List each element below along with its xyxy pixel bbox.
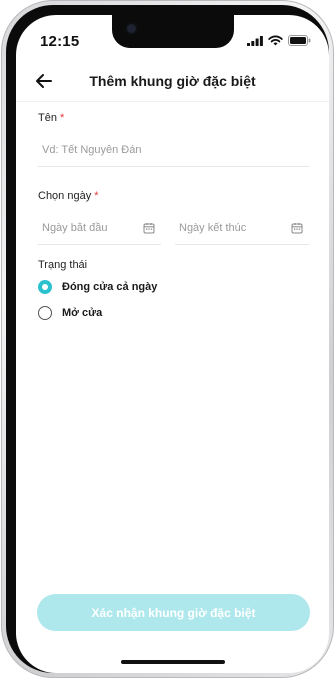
- app-header: Thêm khung giờ đặc biệt: [16, 63, 329, 102]
- name-input[interactable]: [38, 136, 309, 164]
- cellular-signal-icon: [247, 35, 263, 46]
- device-notch: [112, 15, 234, 48]
- battery-icon: [288, 35, 311, 46]
- required-mark: *: [94, 190, 99, 202]
- radio-label: Mở cửa: [62, 307, 103, 319]
- page-title: Thêm khung giờ đặc biệt: [89, 73, 256, 89]
- radio-closed-all-day[interactable]: Đóng cửa cả ngày: [38, 280, 157, 294]
- radio-label: Đóng cửa cả ngày: [62, 281, 158, 293]
- radio-unselected-icon[interactable]: [38, 306, 52, 320]
- radio-selected-icon[interactable]: [38, 280, 52, 294]
- wifi-icon: [268, 35, 283, 46]
- required-mark: *: [59, 112, 65, 124]
- calendar-icon[interactable]: [143, 222, 155, 234]
- name-field: [38, 136, 309, 167]
- date-label-text: Chọn ngày: [38, 190, 92, 202]
- start-date-field[interactable]: [38, 214, 161, 245]
- end-date-input[interactable]: [175, 214, 309, 242]
- phone-bezel: 12:15 Thêm khung giờ đặc biệt Tên * Vd: …: [6, 5, 329, 673]
- phone-frame: 12:15 Thêm khung giờ đặc biệt Tên * Vd: …: [1, 0, 334, 678]
- confirm-button[interactable]: Xác nhận khung giờ đặc biệt: [37, 594, 310, 631]
- app-screen: 12:15 Thêm khung giờ đặc biệt Tên * Vd: …: [16, 15, 329, 673]
- status-icons: [247, 35, 311, 46]
- name-label: Tên *: [38, 112, 64, 124]
- status-label: Trạng thái: [38, 259, 88, 271]
- front-camera-icon: [127, 24, 136, 33]
- date-label: Chọn ngày *: [38, 190, 99, 202]
- end-date-field[interactable]: [175, 214, 309, 245]
- status-time: 12:15: [40, 33, 80, 50]
- name-label-text: Tên: [38, 112, 57, 124]
- calendar-icon[interactable]: [291, 222, 303, 234]
- radio-open[interactable]: Mở cửa: [38, 306, 102, 320]
- home-indicator: [121, 660, 225, 664]
